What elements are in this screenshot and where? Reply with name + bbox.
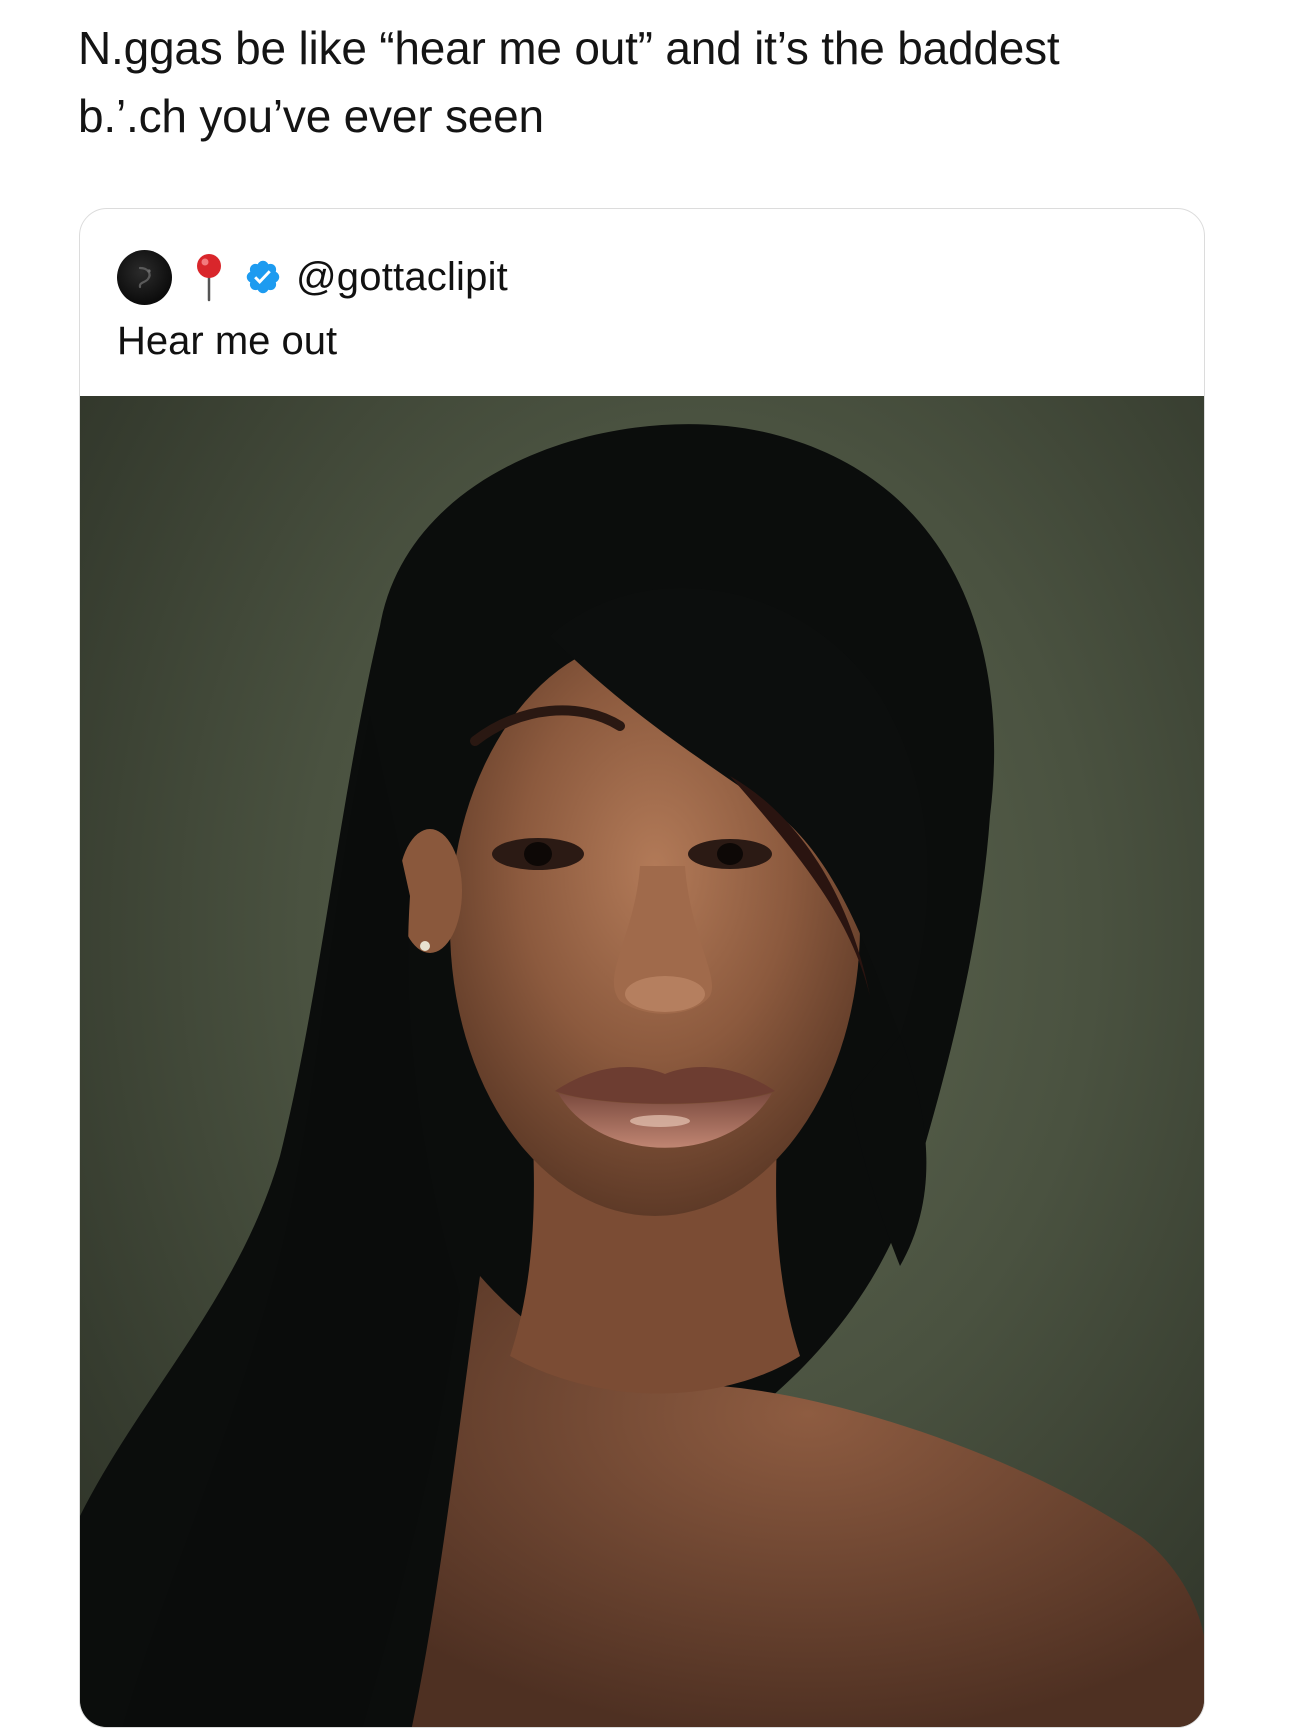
round-pushpin-icon xyxy=(197,254,221,302)
tweet-text: Hear me out xyxy=(117,319,338,363)
account-handle[interactable]: @gottaclipit xyxy=(296,255,508,300)
caption-line-2: b.’.ch you’ve ever seen xyxy=(78,90,544,142)
tweet-photo[interactable] xyxy=(80,396,1204,1727)
portrait-illustration xyxy=(80,424,1204,1727)
tweet-card[interactable]: @gottaclipit Hear me out xyxy=(79,208,1205,1728)
meme-caption: N.ggas be like “hear me out” and it’s th… xyxy=(78,14,1228,150)
avatar-icon[interactable] xyxy=(117,249,172,305)
verified-badge-icon xyxy=(246,260,280,294)
tweet-header: @gottaclipit xyxy=(117,245,508,309)
caption-line-1: N.ggas be like “hear me out” and it’s th… xyxy=(78,22,1060,74)
